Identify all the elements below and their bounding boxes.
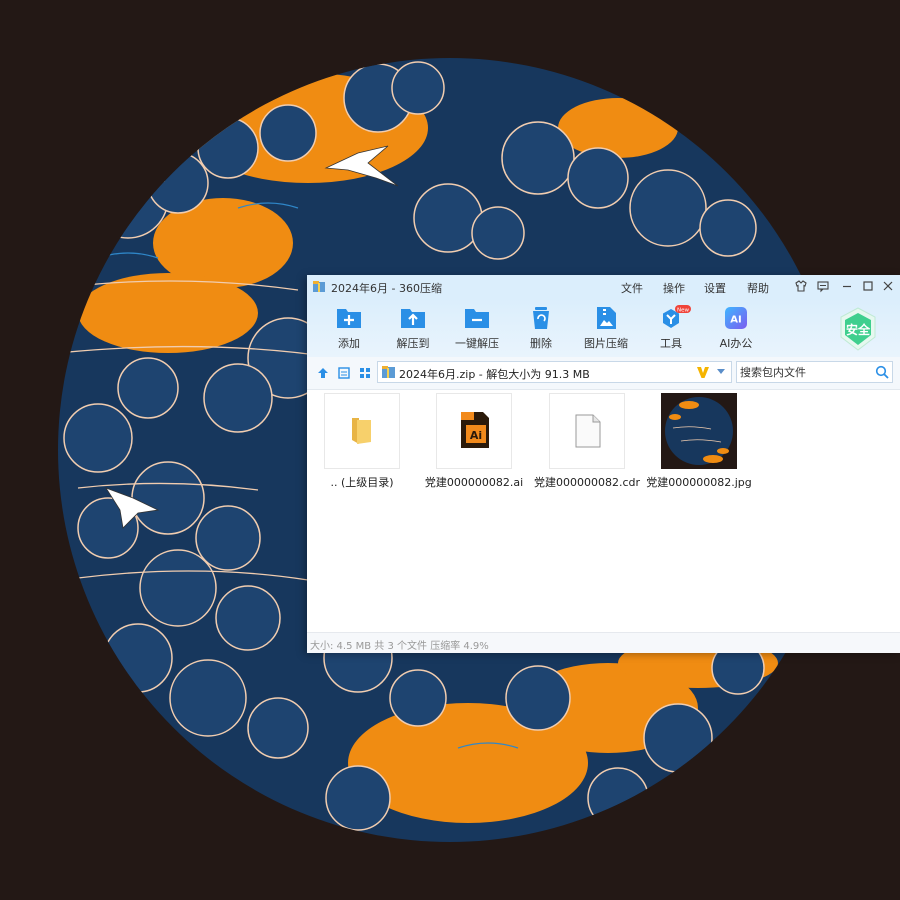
status-text: 大小: 4.5 MB 共 3 个文件 压缩率 4.9%	[310, 641, 489, 652]
one-click-extract-button[interactable]: 一键解压	[447, 305, 507, 355]
v-logo-icon[interactable]	[696, 365, 710, 379]
close-icon[interactable]	[880, 278, 896, 294]
illustrator-file-icon: Ai	[461, 412, 489, 448]
ai-icon-text: Ai	[470, 429, 482, 442]
toolbar: 添加 解压到 一键解压 删除 图片压缩 New 工具 AI AI办公 安全	[307, 299, 900, 357]
blank-file-icon	[575, 414, 601, 448]
add-label: 添加	[338, 337, 360, 350]
zip-file-icon	[382, 366, 395, 378]
image-compress-icon	[597, 307, 616, 329]
file-item-ai[interactable]: Ai 党建000000082.ai	[419, 393, 529, 489]
window-title: 2024年6月 - 360压缩	[331, 282, 442, 295]
file-item-jpg[interactable]: 党建000000082.jpg	[644, 393, 754, 489]
image-compress-button[interactable]: 图片压缩	[576, 305, 636, 355]
menu-settings[interactable]: 设置	[704, 280, 726, 296]
file-name: 党建000000082.ai	[424, 476, 524, 489]
menu-operations[interactable]: 操作	[663, 280, 685, 296]
skin-icon[interactable]	[793, 278, 809, 294]
address-bar: 2024年6月.zip - 解包大小为 91.3 MB	[307, 357, 900, 390]
delete-icon	[533, 307, 549, 329]
list-view-icon[interactable]	[337, 366, 351, 380]
menu-help[interactable]: 帮助	[747, 280, 769, 296]
delete-label: 删除	[530, 337, 552, 350]
file-thumbnail	[549, 393, 625, 469]
add-icon	[337, 309, 361, 328]
folder-icon	[352, 418, 371, 444]
file-thumbnail	[324, 393, 400, 469]
extract-to-icon	[401, 309, 425, 328]
safe-badge[interactable]: 安全	[839, 307, 877, 351]
menu-file[interactable]: 文件	[621, 280, 643, 296]
tools-label: 工具	[660, 337, 682, 350]
tools-button[interactable]: New 工具	[641, 305, 701, 355]
archive-app-icon	[313, 281, 325, 292]
tools-icon: New	[663, 305, 691, 328]
title-bar: 2024年6月 - 360压缩 文件 操作 设置 帮助	[307, 275, 900, 299]
minimize-icon[interactable]	[839, 278, 855, 294]
ai-office-label: AI办公	[719, 337, 753, 350]
file-item-parent[interactable]: .. (上级目录)	[307, 393, 417, 489]
file-thumbnail: Ai	[436, 393, 512, 469]
extract-to-label: 解压到	[396, 337, 430, 350]
search-icon[interactable]	[875, 365, 889, 379]
image-thumbnail-icon	[665, 397, 733, 465]
search-field[interactable]	[736, 361, 893, 383]
status-bar: 大小: 4.5 MB 共 3 个文件 压缩率 4.9%	[307, 632, 900, 653]
file-name: .. (上级目录)	[330, 476, 394, 489]
safe-label: 安全	[845, 323, 870, 337]
archive-window: 2024年6月 - 360压缩 文件 操作 设置 帮助 添加 解压到 一键解压 …	[307, 275, 900, 653]
add-button[interactable]: 添加	[319, 305, 379, 355]
new-badge: New	[677, 307, 689, 313]
ai-office-button[interactable]: AI AI办公	[706, 305, 766, 355]
maximize-icon[interactable]	[860, 278, 876, 294]
image-compress-label: 图片压缩	[584, 337, 628, 350]
delete-button[interactable]: 删除	[511, 305, 571, 355]
path-field[interactable]: 2024年6月.zip - 解包大小为 91.3 MB	[377, 361, 732, 383]
one-click-extract-label: 一键解压	[455, 337, 499, 350]
one-click-extract-icon	[465, 309, 489, 328]
file-name: 党建000000082.jpg	[646, 476, 752, 489]
file-thumbnail	[661, 393, 737, 469]
search-input[interactable]	[740, 364, 868, 380]
chevron-down-icon[interactable]	[716, 368, 726, 376]
feedback-icon[interactable]	[815, 278, 831, 294]
path-text: 2024年6月.zip - 解包大小为 91.3 MB	[399, 368, 590, 381]
file-item-cdr[interactable]: 党建000000082.cdr	[532, 393, 642, 489]
grid-view-icon[interactable]	[358, 366, 372, 380]
extract-to-button[interactable]: 解压到	[383, 305, 443, 355]
ai-office-icon-text: AI	[730, 315, 741, 326]
file-name: 党建000000082.cdr	[533, 476, 641, 489]
ai-office-icon: AI	[725, 307, 747, 329]
up-level-icon[interactable]	[316, 366, 330, 380]
